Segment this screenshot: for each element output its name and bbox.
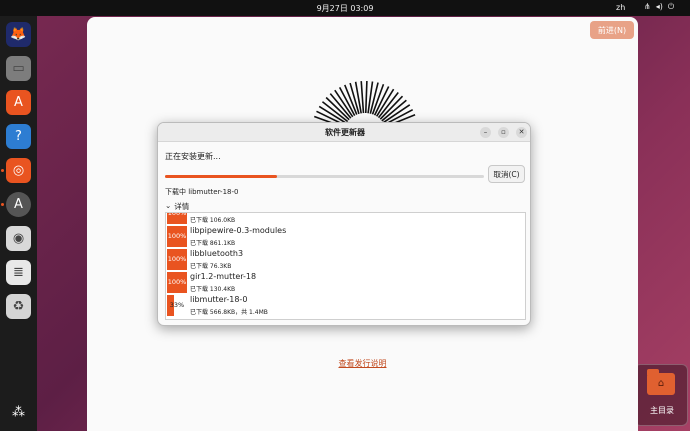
next-button[interactable]: 前进(N) <box>590 21 634 39</box>
minimize-icon: – <box>483 128 488 136</box>
list-item: 100%pipewire已下载 106.0KB <box>166 212 525 225</box>
sunburst-ray <box>360 81 365 114</box>
system-tray[interactable]: ⋔ ◂) ⏻ <box>644 2 674 12</box>
item-percent: 100% <box>167 232 187 240</box>
app-center-icon[interactable]: A <box>6 90 31 115</box>
dock: 🦊 ▭ A? ◎ A ◉ ≣ ♻ ⁂ <box>0 16 37 431</box>
download-status-label: 下载中 libmutter-18-0 <box>165 188 239 196</box>
language-indicator[interactable]: zh <box>616 3 625 12</box>
power-icon: ⏻ <box>667 2 675 11</box>
list-item: 100% gir1.2-mutter-18 已下载 130.4KB <box>166 271 525 294</box>
sunburst-ray <box>364 81 368 114</box>
folder-icon: ⌂ <box>647 369 675 395</box>
item-progress-bar: 100% <box>167 226 187 247</box>
close-icon: ✕ <box>518 128 525 136</box>
dialog-titlebar[interactable]: 软件更新器 – ▫ ✕ <box>158 123 530 142</box>
chevron-down-icon: ⌄ <box>165 201 172 210</box>
release-notes-link[interactable]: 查看发行说明 <box>87 358 638 369</box>
software-updater-dialog: 软件更新器 – ▫ ✕ 正在安装更新... 取消(C) 下载中 libmutte… <box>157 122 531 326</box>
home-icon: ⌂ <box>657 378 665 389</box>
item-progress-bar: 100% <box>167 212 187 224</box>
package-size: 已下载 76.3KB <box>190 263 232 270</box>
firefox-icon[interactable]: 🦊 <box>6 22 31 47</box>
package-size: 已下载 861.1KB <box>190 240 236 247</box>
minimize-button[interactable]: – <box>480 127 491 138</box>
network-icon: ⋔ <box>644 2 651 11</box>
details-list[interactable]: 100%pipewire已下载 106.0KB100%libpipewire-0… <box>165 212 526 320</box>
item-percent: 100% <box>167 278 187 286</box>
sunburst-ray <box>354 81 362 114</box>
maximize-icon: ▫ <box>501 128 506 136</box>
maximize-button[interactable]: ▫ <box>498 127 509 138</box>
disc-icon[interactable]: ◉ <box>6 226 31 251</box>
cancel-button[interactable]: 取消(C) <box>488 165 525 183</box>
text-editor-icon[interactable]: ≣ <box>6 260 31 285</box>
details-expander[interactable]: ⌄ 详情 <box>165 201 189 212</box>
item-progress-bar: 100% <box>167 272 187 293</box>
package-name: libbluetooth3 <box>190 249 244 258</box>
home-folder-shortcut[interactable]: ⌂ 主目录 <box>634 364 688 426</box>
package-name: gir1.2-mutter-18 <box>190 272 257 281</box>
volume-icon: ◂) <box>655 2 663 11</box>
dialog-title: 软件更新器 <box>325 128 365 137</box>
package-size: 已下载 106.0KB <box>190 217 236 224</box>
home-folder-label: 主目录 <box>650 406 674 415</box>
files-icon[interactable]: ▭ <box>6 56 31 81</box>
list-item: 33% libmutter-18-0 已下载 566.8KB，共 1.4MB <box>166 294 525 317</box>
sunburst-ray <box>379 95 404 120</box>
trash-icon[interactable]: ♻ <box>6 294 31 319</box>
clock[interactable]: 9月27日 03:09 <box>0 3 690 14</box>
item-percent: 33% <box>169 301 185 309</box>
sunburst-graphic <box>313 81 416 125</box>
install-progress-fill <box>165 175 277 178</box>
help-icon[interactable]: ? <box>6 124 31 149</box>
package-name: libpipewire-0.3-modules <box>190 226 287 235</box>
list-item: 100% libpipewire-0.3-modules 已下载 861.1KB <box>166 225 525 248</box>
item-progress-bar: 100% <box>167 249 187 270</box>
software-updater-icon[interactable]: A <box>6 192 31 217</box>
item-percent: 100% <box>167 212 187 217</box>
package-size: 已下载 130.4KB <box>190 286 236 293</box>
close-button[interactable]: ✕ <box>516 127 527 138</box>
install-progress-bar <box>165 175 484 178</box>
package-size: 已下载 566.8KB，共 1.4MB <box>190 309 268 316</box>
ubuntu-installer-icon[interactable]: ◎ <box>6 158 31 183</box>
item-progress-bar: 33% <box>167 295 187 316</box>
show-apps-icon[interactable]: ⁂ <box>6 400 31 425</box>
package-name: libmutter-18-0 <box>190 295 248 304</box>
item-percent: 100% <box>167 255 187 263</box>
list-item: 100% libbluetooth3 已下载 76.3KB <box>166 248 525 271</box>
running-indicator <box>1 203 4 206</box>
running-indicator <box>1 169 4 172</box>
details-label: 详情 <box>174 202 190 211</box>
top-bar: 9月27日 03:09 zh ⋔ ◂) ⏻ <box>0 0 690 16</box>
sunburst-ray <box>325 96 350 121</box>
install-status-text: 正在安装更新... <box>165 152 221 161</box>
